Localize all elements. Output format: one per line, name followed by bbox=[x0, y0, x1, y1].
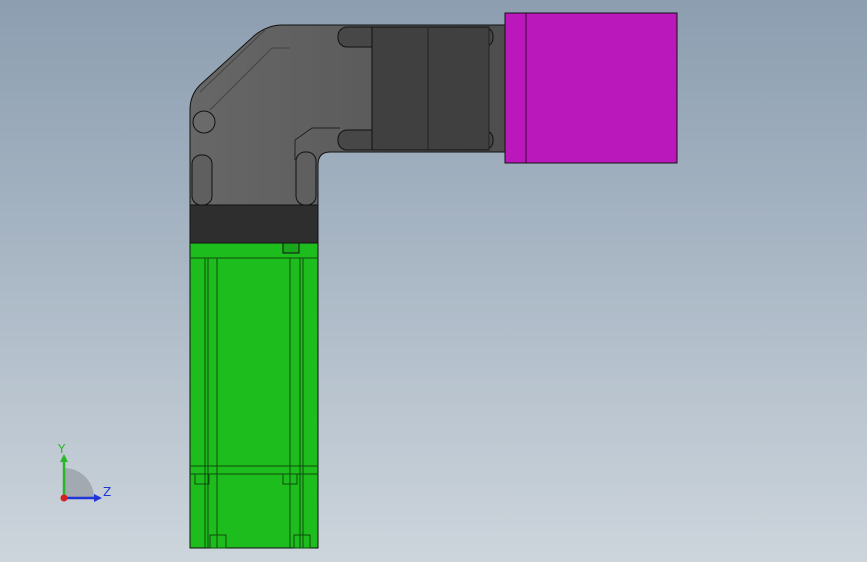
end-cap[interactable] bbox=[504, 12, 678, 164]
elbow-slot-right bbox=[295, 151, 317, 206]
right-angle-gearbox[interactable] bbox=[189, 24, 506, 206]
graphics-viewport[interactable] bbox=[0, 0, 867, 562]
elbow-boss bbox=[192, 110, 216, 134]
motor-body bbox=[189, 242, 319, 549]
y-axis-label: Y bbox=[57, 442, 66, 456]
triad-quadrant bbox=[64, 468, 94, 498]
elbow-slot-left bbox=[191, 154, 213, 206]
x-axis-dot bbox=[60, 494, 68, 502]
motor[interactable] bbox=[189, 242, 319, 549]
gearbox-block bbox=[371, 26, 490, 151]
motor-key bbox=[282, 242, 300, 254]
end-cap-body bbox=[504, 12, 678, 164]
z-axis-label: Z bbox=[103, 485, 111, 499]
coordinate-triad: Y Z bbox=[57, 442, 111, 502]
motor-collar[interactable] bbox=[189, 204, 319, 244]
z-axis-arrow bbox=[94, 494, 102, 502]
